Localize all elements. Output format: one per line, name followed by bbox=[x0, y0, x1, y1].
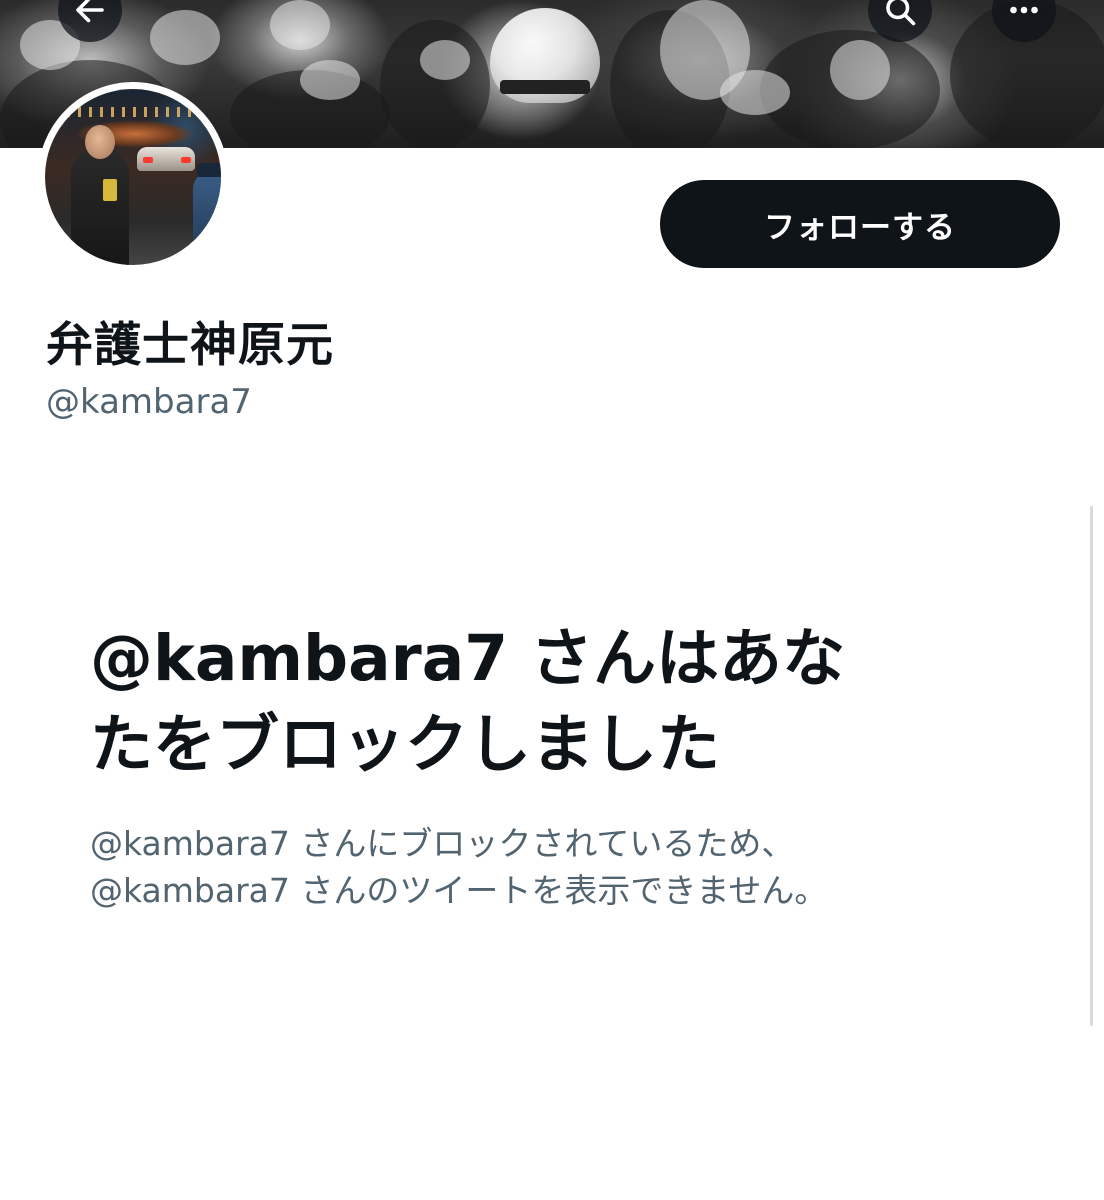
user-handle: @kambara7 bbox=[46, 382, 252, 422]
helmet-band bbox=[500, 80, 590, 94]
avatar[interactable] bbox=[38, 82, 228, 272]
more-horizontal-icon bbox=[1006, 0, 1042, 28]
blocked-description: @kambara7 さんにブロックされているため、 @kambara7 さんのツ… bbox=[90, 824, 828, 910]
follow-button[interactable]: フォローする bbox=[660, 180, 1060, 268]
profile-page: フォローする 弁護士神原元 @kambara7 @kambara7 さんはあな … bbox=[0, 0, 1104, 1200]
avatar-image bbox=[45, 89, 221, 265]
scrollbar[interactable] bbox=[1090, 506, 1093, 1026]
search-icon bbox=[882, 0, 918, 28]
display-name: 弁護士神原元 bbox=[46, 318, 334, 373]
blocked-title: @kambara7 さんはあな たをブロックしました bbox=[90, 622, 846, 781]
arrow-left-icon bbox=[72, 0, 108, 28]
